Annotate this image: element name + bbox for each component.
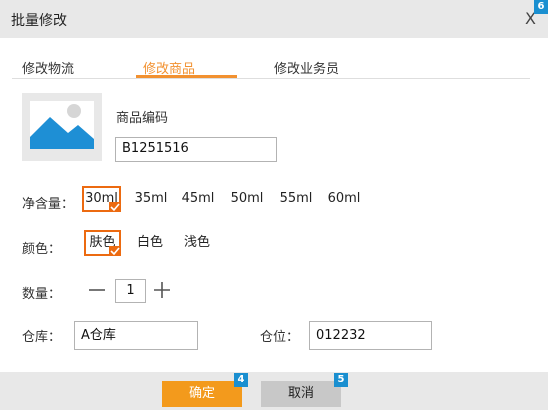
tab-bar: 修改物流 修改商品 修改业务员 [12, 52, 530, 79]
color-option-skin[interactable]: 肤色 [84, 230, 121, 256]
cancel-button[interactable]: 取消 [261, 381, 341, 407]
net-content-label: 净含量： [22, 197, 75, 212]
volume-option-35ml[interactable]: 35ml [131, 186, 171, 212]
volume-option-label: 35ml [134, 191, 168, 206]
volume-option-55ml[interactable]: 55ml [276, 186, 316, 212]
selected-check-icon [109, 202, 121, 212]
confirm-button-badge: 4 [234, 373, 248, 387]
volume-option-50ml[interactable]: 50ml [227, 186, 267, 212]
warehouse-input[interactable]: A仓库 [74, 321, 198, 350]
color-option-label: 浅色 [183, 235, 210, 250]
quantity-label: 数量： [22, 287, 62, 302]
volume-option-label: 45ml [181, 191, 215, 206]
close-button-badge: 6 [534, 0, 548, 14]
color-option-label: 白色 [136, 235, 163, 250]
product-image [22, 93, 102, 161]
color-option-light[interactable]: 浅色 [178, 230, 216, 256]
plus-icon [154, 282, 170, 298]
volume-option-60ml[interactable]: 60ml [324, 186, 364, 212]
cancel-button-badge: 5 [334, 373, 348, 387]
volume-option-45ml[interactable]: 45ml [178, 186, 218, 212]
product-code-label: 商品编码 [116, 111, 169, 126]
active-tab-indicator [136, 75, 237, 78]
quantity-input[interactable]: 1 [115, 279, 146, 303]
tab-modify-logistics[interactable]: 修改物流 [22, 58, 74, 77]
confirm-button[interactable]: 确定 [162, 381, 242, 407]
color-option-white[interactable]: 白色 [131, 230, 169, 256]
dialog-header: 批量修改 [0, 0, 548, 38]
product-code-input[interactable]: B1251516 [115, 137, 277, 162]
minus-icon [89, 289, 105, 291]
warehouse-label: 仓库： [22, 330, 62, 345]
selected-check-icon [109, 246, 121, 256]
color-label: 颜色： [22, 242, 62, 257]
tab-modify-salesperson[interactable]: 修改业务员 [274, 58, 339, 77]
volume-option-30ml[interactable]: 30ml [82, 186, 121, 212]
volume-option-label: 60ml [327, 191, 361, 206]
quantity-increment-button[interactable] [151, 279, 173, 301]
location-input[interactable]: 012232 [309, 321, 432, 350]
dialog-title: 批量修改 [11, 13, 67, 29]
location-label: 仓位： [260, 330, 300, 345]
volume-option-label: 50ml [230, 191, 264, 206]
quantity-decrement-button[interactable] [86, 279, 108, 301]
volume-option-label: 55ml [279, 191, 313, 206]
image-placeholder-icon [30, 101, 94, 149]
